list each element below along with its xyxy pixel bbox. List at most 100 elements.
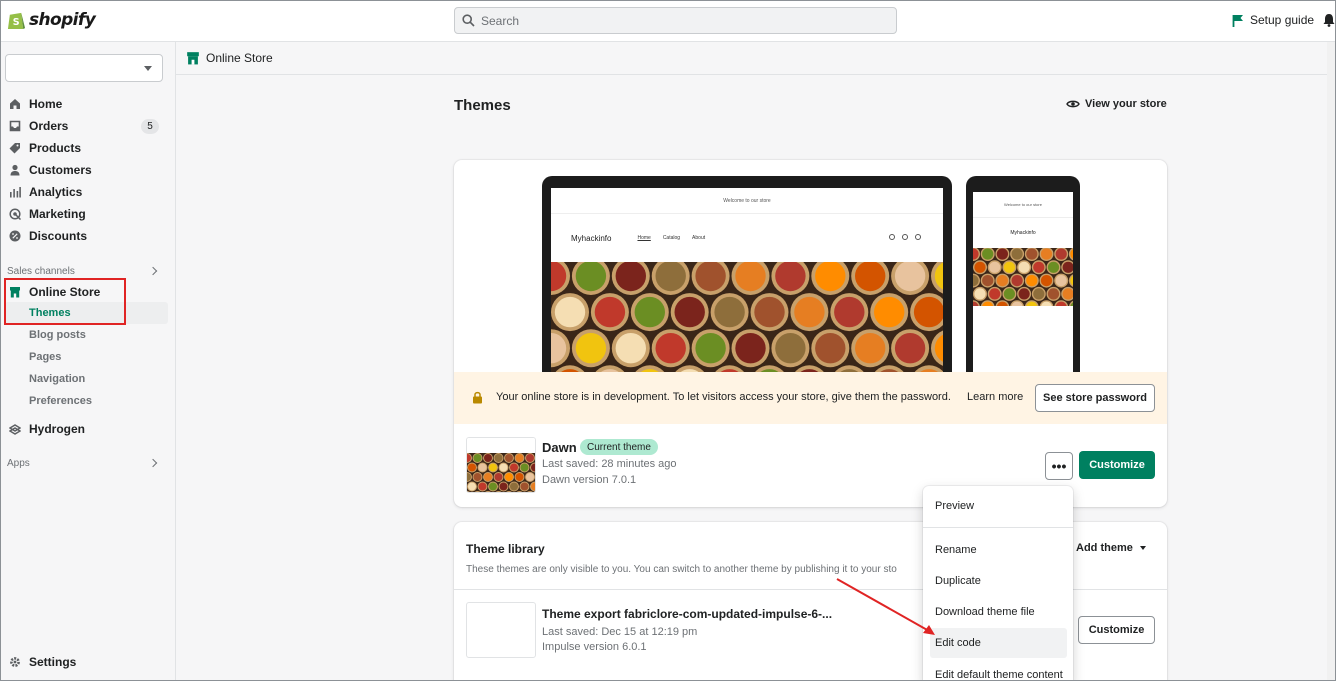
preview-brand: Myhackinfo bbox=[571, 233, 612, 243]
person-icon bbox=[10, 164, 20, 176]
sidebar-subitem-preferences[interactable]: Preferences bbox=[29, 395, 92, 407]
page-title: Themes bbox=[454, 97, 511, 114]
preview-hero-image bbox=[973, 248, 1073, 306]
logo-wordmark: shopify bbox=[29, 10, 96, 30]
shopify-bag-icon: S bbox=[7, 12, 26, 30]
current-theme-badge: Current theme bbox=[580, 439, 658, 455]
view-store-label: View your store bbox=[1085, 98, 1167, 110]
desktop-preview: Welcome to our store Myhackinfo Home Cat… bbox=[542, 176, 952, 376]
apps-label: Apps bbox=[7, 458, 30, 469]
sidebar-item-label: Customers bbox=[29, 163, 92, 177]
breadcrumb: Online Store bbox=[176, 42, 1335, 75]
add-theme-button[interactable]: Add theme bbox=[1076, 542, 1146, 554]
development-message: Your online store is in development. To … bbox=[496, 391, 951, 403]
theme-library-subtitle: These themes are only visible to you. Yo… bbox=[466, 564, 897, 575]
store-selector[interactable] bbox=[5, 54, 163, 82]
add-theme-label: Add theme bbox=[1076, 542, 1133, 554]
sidebar-subitem-navigation[interactable]: Navigation bbox=[29, 373, 85, 385]
sidebar-item-label: Analytics bbox=[29, 185, 83, 199]
library-theme-name: Theme export fabriclore-com-updated-impu… bbox=[542, 607, 833, 621]
sidebar: Home Orders 5 Products Customers Analyti… bbox=[1, 42, 176, 680]
search-input[interactable] bbox=[481, 13, 861, 28]
hydrogen-icon bbox=[9, 424, 21, 435]
sidebar-item-products[interactable]: Products bbox=[9, 139, 81, 157]
sidebar-item-label: Orders bbox=[29, 119, 69, 133]
preview-site-nav: Myhackinfo Home Catalog About bbox=[551, 214, 943, 262]
preview-nav-link: Home bbox=[637, 235, 651, 241]
scrollbar[interactable] bbox=[1327, 42, 1335, 680]
chevron-right-icon[interactable] bbox=[148, 458, 158, 468]
theme-thumbnail-image bbox=[467, 438, 535, 492]
search-icon bbox=[462, 14, 475, 27]
shopify-logo[interactable]: S shopify bbox=[7, 9, 96, 31]
menu-item-rename[interactable]: Rename bbox=[935, 544, 977, 556]
sidebar-item-orders[interactable]: Orders bbox=[9, 117, 68, 135]
menu-item-edit-default-theme-content[interactable]: Edit default theme content bbox=[935, 669, 1063, 680]
theme-version-text: Impulse version 6.0.1 bbox=[542, 641, 647, 653]
current-theme-card: Welcome to our store Myhackinfo Home Cat… bbox=[454, 160, 1167, 507]
tag-icon bbox=[9, 143, 20, 154]
sidebar-item-analytics[interactable]: Analytics bbox=[9, 183, 82, 201]
theme-version-text: Dawn version 7.0.1 bbox=[542, 474, 637, 486]
sidebar-item-label: Home bbox=[29, 97, 63, 111]
breadcrumb-label[interactable]: Online Store bbox=[206, 51, 273, 65]
library-customize-button[interactable]: Customize bbox=[1078, 616, 1155, 644]
desktop-preview-screen: Welcome to our store Myhackinfo Home Cat… bbox=[551, 188, 943, 376]
app-window: S shopify Setup guide bbox=[0, 0, 1336, 681]
eye-icon bbox=[1066, 100, 1080, 108]
sidebar-subitem-pages[interactable]: Pages bbox=[29, 351, 61, 363]
sidebar-item-settings[interactable]: Settings bbox=[9, 653, 76, 671]
last-saved-text: Last saved: Dec 15 at 12:19 pm bbox=[542, 626, 698, 638]
annotation-arrow bbox=[836, 578, 935, 635]
discount-icon bbox=[9, 230, 21, 242]
view-store-link[interactable]: View your store bbox=[1066, 98, 1167, 110]
sidebar-item-hydrogen[interactable]: Hydrogen bbox=[9, 420, 85, 438]
sidebar-item-label: Products bbox=[29, 141, 82, 155]
sidebar-item-marketing[interactable]: Marketing bbox=[9, 205, 86, 223]
notification-bell-icon[interactable] bbox=[1323, 13, 1335, 27]
preview-hero-image bbox=[551, 262, 943, 376]
orders-icon bbox=[9, 120, 21, 132]
lock-icon bbox=[473, 391, 482, 404]
menu-item-preview[interactable]: Preview bbox=[935, 500, 974, 512]
orders-count-badge: 5 bbox=[141, 119, 159, 134]
customize-button[interactable]: Customize bbox=[1079, 451, 1155, 479]
sidebar-item-home[interactable]: Home bbox=[9, 95, 62, 113]
top-bar: S shopify Setup guide bbox=[1, 1, 1335, 42]
preview-nav-link: Catalog bbox=[662, 235, 681, 241]
menu-divider bbox=[923, 527, 1073, 528]
more-actions-button[interactable]: ••• bbox=[1045, 452, 1073, 480]
see-store-password-button[interactable]: See store password bbox=[1035, 384, 1155, 412]
flag-icon bbox=[1232, 14, 1243, 27]
learn-more-link[interactable]: Learn more bbox=[967, 391, 1023, 403]
sidebar-item-label: Discounts bbox=[29, 229, 88, 243]
chevron-right-icon[interactable] bbox=[148, 266, 158, 276]
sidebar-item-label: Hydrogen bbox=[29, 422, 86, 436]
theme-name: Dawn bbox=[542, 440, 577, 455]
menu-item-edit-code[interactable]: Edit code bbox=[935, 637, 981, 649]
sidebar-subitem-blog-posts[interactable]: Blog posts bbox=[29, 329, 86, 341]
preview-nav-icons bbox=[889, 234, 921, 240]
theme-thumbnail bbox=[466, 437, 536, 493]
theme-library-title: Theme library bbox=[466, 542, 545, 556]
preview-nav-link: About bbox=[692, 235, 706, 241]
online-store-icon bbox=[187, 52, 199, 65]
development-banner: Your online store is in development. To … bbox=[454, 372, 1167, 424]
sidebar-item-discounts[interactable]: Discounts bbox=[9, 227, 87, 245]
theme-thumbnail bbox=[466, 602, 536, 658]
setup-guide-link[interactable]: Setup guide bbox=[1232, 13, 1314, 27]
search-bar[interactable] bbox=[454, 7, 897, 34]
caret-down-icon bbox=[1139, 546, 1146, 550]
gear-icon bbox=[10, 657, 20, 667]
setup-guide-label: Setup guide bbox=[1250, 13, 1315, 27]
sidebar-item-customers[interactable]: Customers bbox=[9, 161, 92, 179]
dried-fruit-bowls-image bbox=[973, 248, 1073, 306]
menu-item-duplicate[interactable]: Duplicate bbox=[935, 575, 981, 587]
preview-announcement: Welcome to our store bbox=[973, 192, 1073, 218]
sales-channels-label: Sales channels bbox=[7, 266, 75, 277]
home-icon bbox=[10, 99, 20, 109]
target-icon bbox=[9, 208, 21, 220]
bar-chart-icon bbox=[10, 187, 21, 198]
sidebar-item-label: Settings bbox=[29, 655, 77, 669]
menu-item-download-theme-file[interactable]: Download theme file bbox=[935, 606, 1035, 618]
